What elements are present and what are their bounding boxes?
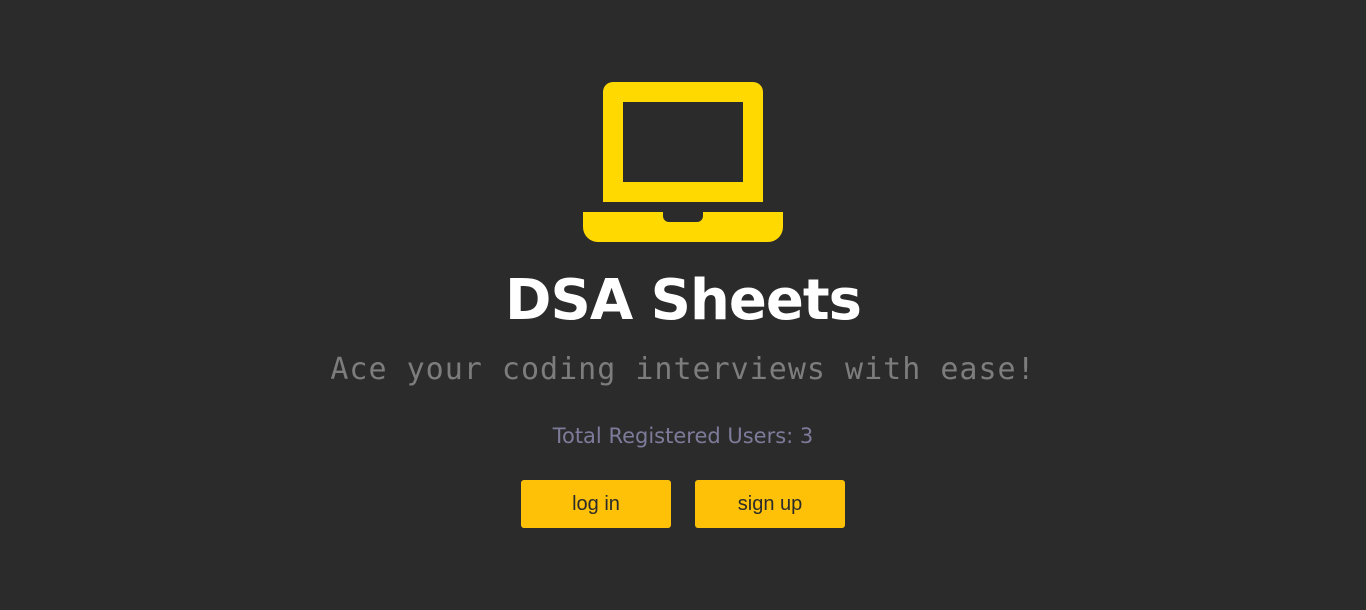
login-button[interactable]: log in [521, 480, 671, 528]
laptop-icon [583, 82, 783, 242]
landing-page: DSA Sheets Ace your coding interviews wi… [0, 0, 1366, 610]
page-title: DSA Sheets [505, 268, 862, 333]
tagline: Ace your coding interviews with ease! [330, 352, 1036, 387]
registered-users-count: Total Registered Users: 3 [552, 424, 814, 448]
signup-button[interactable]: sign up [695, 480, 845, 528]
